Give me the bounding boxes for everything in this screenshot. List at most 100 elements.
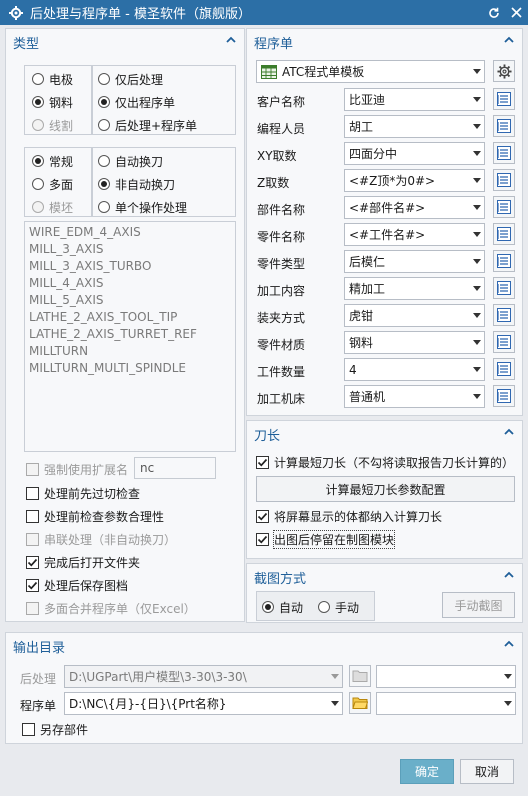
radio-sheet-only[interactable]: 仅出程序单 (98, 93, 175, 111)
field-list-button[interactable] (493, 223, 515, 245)
radio-steel[interactable]: 钢料 (32, 93, 73, 111)
list-item[interactable]: WIRE_EDM_4_AXIS (29, 224, 197, 241)
field-select[interactable]: 四面分中 (344, 142, 485, 165)
list-item[interactable]: LATHE_2_AXIS_TOOL_TIP (29, 309, 197, 326)
calc-shortest-checkbox[interactable]: 计算最短刀长（不勾将读取报告刀长计算的） (256, 453, 514, 471)
reset-icon[interactable] (484, 3, 504, 23)
tool-length-config-button[interactable]: 计算最短刀长参数配置 (256, 476, 515, 502)
type-section-title: 类型 (13, 37, 40, 52)
radio-post-only[interactable]: 仅后处理 (98, 70, 163, 88)
screenshot-header[interactable]: 截图方式 (247, 564, 522, 588)
field-label: XY取数 (257, 149, 297, 163)
field-select[interactable]: 精加工 (344, 277, 485, 300)
radio-regular[interactable]: 常规 (32, 152, 73, 170)
template-select[interactable]: ATC程式单模板 (256, 60, 485, 83)
tool-length-header[interactable]: 刀长 (247, 421, 522, 445)
chevron-down-icon (470, 143, 484, 164)
postprocessor-list[interactable]: WIRE_EDM_4_AXIS MILL_3_AXIS MILL_3_AXIS_… (24, 221, 236, 452)
stay-drafting-checkbox[interactable]: 出图后停留在制图模块 (256, 529, 396, 549)
list-item[interactable]: MILL_3_AXIS_TURBO (29, 258, 197, 275)
list-icon (497, 254, 511, 268)
field-select[interactable]: 钢料 (344, 331, 485, 354)
list-item[interactable]: MILLTURN_MULTI_SPINDLE (29, 360, 197, 377)
field-list-button[interactable] (493, 358, 515, 380)
checkbox-box (26, 578, 39, 592)
field-select[interactable]: <#Z顶*为0#> (344, 169, 485, 192)
ok-button[interactable]: 确定 (400, 759, 454, 784)
program-folder-button[interactable] (349, 692, 371, 714)
field-list-button[interactable] (493, 115, 515, 137)
list-item[interactable]: MILL_4_AXIS (29, 275, 197, 292)
open-folder-checkbox[interactable]: 完成后打开文件夹 (26, 553, 140, 571)
radio-auto-tool-change[interactable]: 自动换刀 (98, 152, 163, 170)
chevron-down-icon (470, 386, 484, 407)
field-list-button[interactable] (493, 277, 515, 299)
field-select[interactable]: 比亚迪 (344, 88, 485, 111)
program-sheet-header[interactable]: 程序单 (247, 29, 522, 53)
field-list-button[interactable] (493, 142, 515, 164)
program-sheet-section: 程序单 ATC程式单模板 客户名称 比亚迪 编程人员 胡工 XY取数 四面分中 Z取数 <#Z… (246, 28, 523, 416)
settings-button[interactable] (493, 60, 515, 82)
field-select[interactable]: 普通机 (344, 385, 485, 408)
program-path-select[interactable]: D:\NC\{月}-{日}\{Prt名称} (64, 692, 343, 715)
field-list-button[interactable] (493, 88, 515, 110)
collapse-icon[interactable] (225, 34, 237, 46)
field-list-button[interactable] (493, 250, 515, 272)
radio-auto-screenshot[interactable]: 自动 (262, 598, 303, 616)
param-check-checkbox[interactable]: 处理前检查参数合理性 (26, 507, 164, 525)
save-part-checkbox[interactable]: 另存部件 (22, 720, 88, 738)
save-drawing-checkbox[interactable]: 处理后保存图档 (26, 576, 128, 594)
close-icon[interactable] (506, 3, 526, 23)
screenshot-title: 截图方式 (254, 572, 307, 587)
program-extra-select[interactable] (376, 692, 516, 715)
collapse-icon[interactable] (503, 569, 515, 581)
radio-post-and-sheet[interactable]: 后处理+程序单 (98, 116, 197, 134)
cancel-button[interactable]: 取消 (460, 759, 514, 784)
collapse-icon[interactable] (503, 34, 515, 46)
gear-icon (8, 5, 24, 21)
field-select[interactable]: 4 (344, 358, 485, 381)
radio-manual-screenshot[interactable]: 手动 (318, 598, 359, 616)
field-list-button[interactable] (493, 385, 515, 407)
program-path-label: 程序单 (20, 699, 57, 713)
radio-circle (98, 73, 110, 85)
field-list-button[interactable] (493, 331, 515, 353)
radio-electrode[interactable]: 电极 (32, 70, 73, 88)
radio-multi-face[interactable]: 多面 (32, 175, 73, 193)
field-label: 零件材质 (257, 338, 306, 352)
field-select[interactable]: 虎钳 (344, 304, 485, 327)
post-extra-select[interactable] (376, 665, 516, 688)
collapse-icon[interactable] (503, 638, 515, 650)
type-section-header[interactable]: 类型 (6, 29, 244, 53)
collapse-icon[interactable] (503, 426, 515, 438)
output-dir-title: 输出目录 (13, 641, 66, 656)
field-select[interactable]: 胡工 (344, 115, 485, 138)
checkbox-box (26, 486, 39, 500)
radio-single-operation[interactable]: 单个操作处理 (98, 198, 187, 216)
title-bar: 后处理与程序单 - 模圣软件（旗舰版） (0, 0, 528, 25)
radio-circle (32, 119, 44, 131)
list-item[interactable]: MILLTURN (29, 343, 197, 360)
folder-icon (352, 670, 368, 682)
output-dir-header[interactable]: 输出目录 (6, 633, 522, 657)
extension-field[interactable]: nc (134, 457, 216, 479)
list-item[interactable]: MILL_3_AXIS (29, 241, 197, 258)
list-item[interactable]: MILL_5_AXIS (29, 292, 197, 309)
chevron-down-icon (470, 89, 484, 110)
include-bodies-checkbox[interactable]: 将屏幕显示的体都纳入计算刀长 (256, 507, 442, 525)
list-item[interactable]: LATHE_2_AXIS_TURRET_REF (29, 326, 197, 343)
post-path-label: 后处理 (20, 672, 57, 686)
field-list-button[interactable] (493, 304, 515, 326)
field-list-button[interactable] (493, 196, 515, 218)
overcut-check-checkbox[interactable]: 处理前先过切检查 (26, 484, 140, 502)
field-select[interactable]: 后模仁 (344, 250, 485, 273)
list-icon (497, 92, 511, 106)
field-select[interactable]: <#工件名#> (344, 223, 485, 246)
field-list-button[interactable] (493, 169, 515, 191)
radio-no-auto-tool-change[interactable]: 非自动换刀 (98, 175, 175, 193)
field-select[interactable]: <#部件名#> (344, 196, 485, 219)
checkbox-box (26, 509, 39, 523)
checkmark-icon (27, 581, 38, 590)
serial-process-checkbox: 串联处理（非自动换刀） (26, 530, 176, 548)
manual-screenshot-button[interactable]: 手动截图 (442, 592, 515, 618)
